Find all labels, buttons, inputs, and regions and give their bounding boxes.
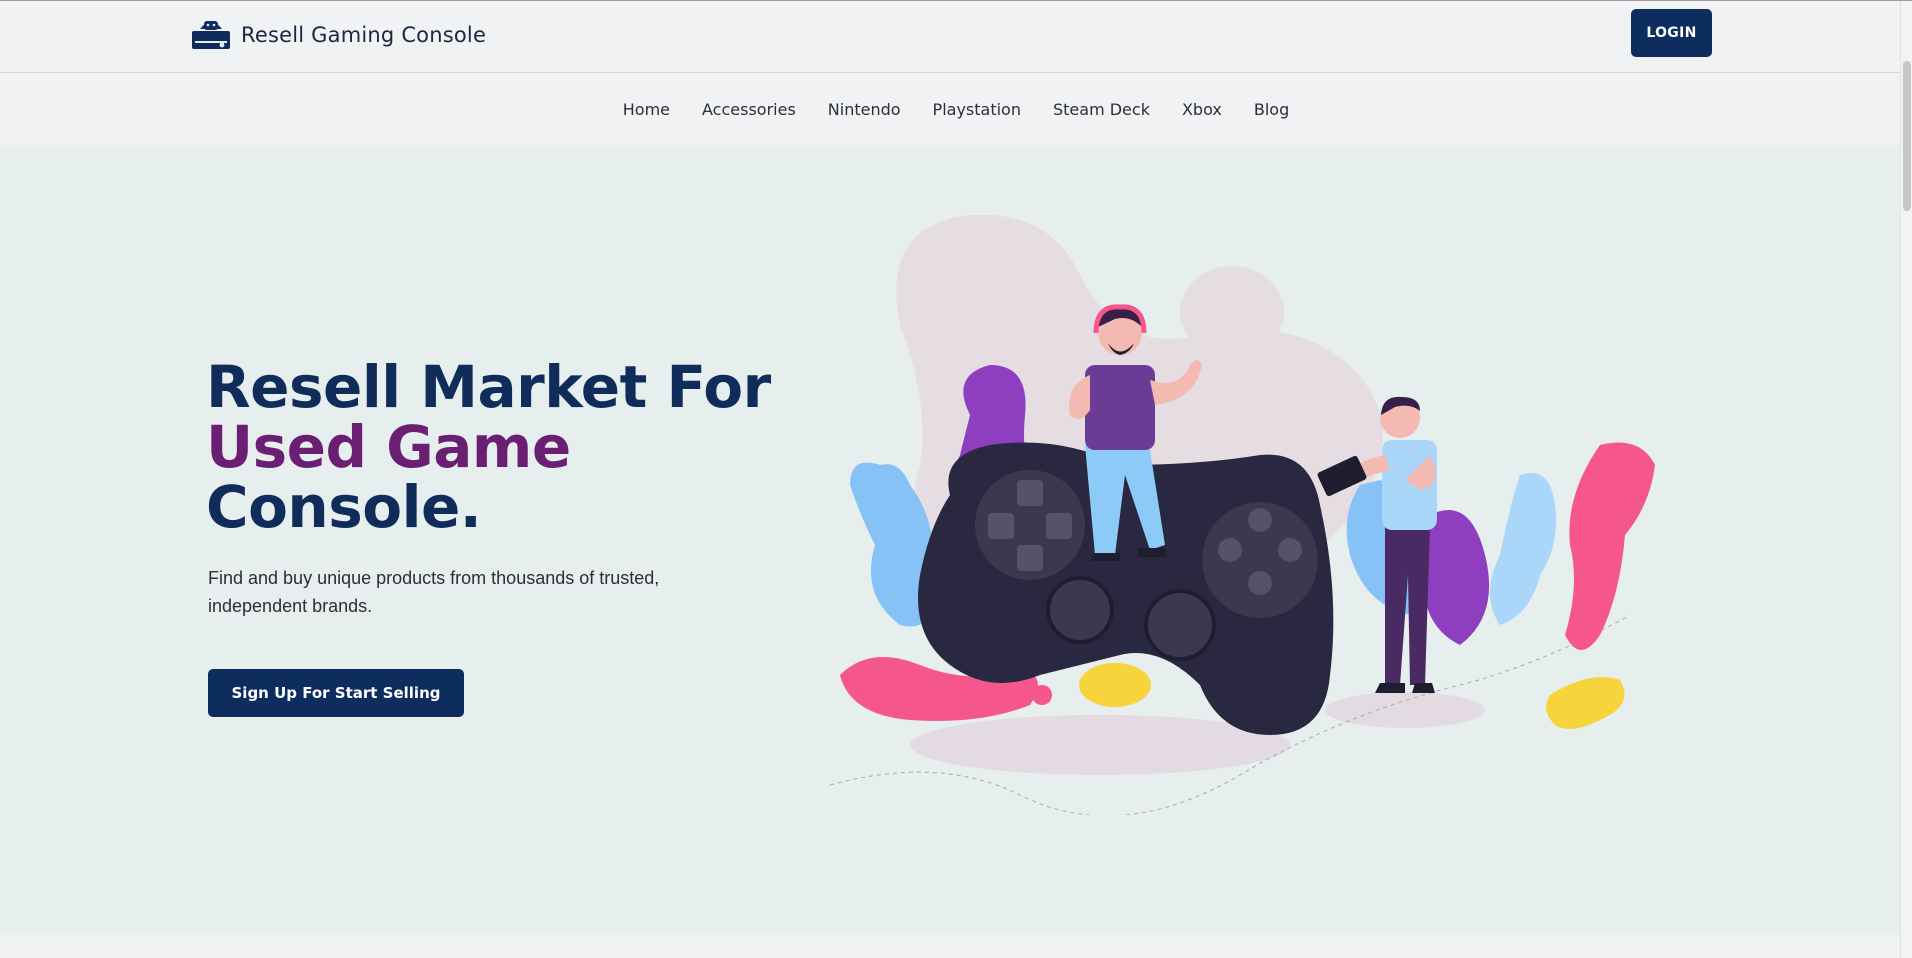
hero-title-line-2: Used Game <box>206 413 571 481</box>
nav-list: Home Accessories Nintendo Playstation St… <box>607 100 1305 119</box>
nav-item-home[interactable]: Home <box>607 100 686 119</box>
blob-lightblue-right <box>1490 473 1556 625</box>
logo-text: Resell Gaming Console <box>241 23 487 47</box>
nav-item-accessories[interactable]: Accessories <box>686 100 812 119</box>
dpad-right <box>1046 513 1072 539</box>
dpad-up <box>1017 480 1043 506</box>
hero-title-line-1: Resell Market For <box>206 353 771 421</box>
nav-item-steam-deck[interactable]: Steam Deck <box>1037 100 1166 119</box>
analog-stick-left <box>1046 576 1114 644</box>
footer-strip <box>0 935 1900 958</box>
top-header: Resell Gaming Console LOGIN <box>0 1 1900 73</box>
main-nav: Home Accessories Nintendo Playstation St… <box>0 73 1900 145</box>
console-logo-icon <box>192 21 230 49</box>
gamer-1-shirt <box>1085 365 1155 450</box>
login-button[interactable]: LOGIN <box>1631 9 1712 57</box>
dot-pink <box>1032 685 1052 705</box>
button-right <box>1278 538 1302 562</box>
analog-stick-right <box>1144 589 1216 661</box>
signup-sell-button[interactable]: Sign Up For Start Selling <box>208 669 464 717</box>
hero-title: Resell Market For Used Game Console. <box>206 357 771 537</box>
floor-shadow-right <box>1325 692 1485 728</box>
hero-title-line-3: Console. <box>206 473 482 541</box>
blob-yellow-left <box>1079 663 1151 707</box>
bg-blob-circle <box>1180 266 1284 358</box>
blob-purple-right <box>1424 510 1490 645</box>
hero-section: Resell Market For Used Game Console. Fin… <box>0 145 1900 935</box>
hero-subtitle: Find and buy unique products from thousa… <box>208 568 660 616</box>
dpad-down <box>1017 545 1043 571</box>
page-scrollbar[interactable] <box>1900 1 1912 958</box>
site-logo[interactable]: Resell Gaming Console <box>190 15 486 55</box>
button-top <box>1248 508 1272 532</box>
nav-item-playstation[interactable]: Playstation <box>917 100 1037 119</box>
blob-pink-right <box>1565 442 1655 650</box>
nav-item-blog[interactable]: Blog <box>1238 100 1305 119</box>
nav-item-nintendo[interactable]: Nintendo <box>812 100 917 119</box>
gamers-illustration <box>829 215 1655 815</box>
dpad-left <box>988 513 1014 539</box>
nav-item-xbox[interactable]: Xbox <box>1166 100 1238 119</box>
button-left <box>1218 538 1242 562</box>
gamer-2-shoes <box>1375 683 1435 693</box>
button-bottom <box>1248 571 1272 595</box>
scrollbar-thumb[interactable] <box>1903 61 1911 211</box>
page: Resell Gaming Console LOGIN Home Accesso… <box>0 0 1912 958</box>
blob-yellow-right <box>1546 677 1625 729</box>
